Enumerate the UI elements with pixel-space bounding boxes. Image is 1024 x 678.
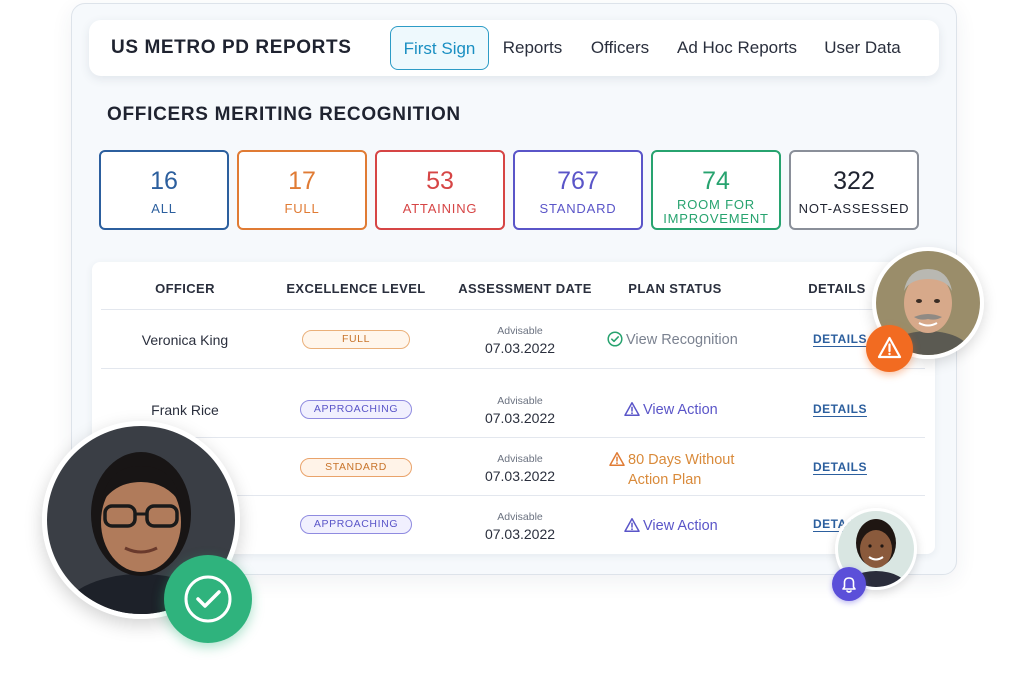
date-value: 07.03.2022	[484, 526, 556, 542]
warning-triangle-icon	[609, 451, 625, 472]
stat-value: 16	[150, 167, 178, 195]
details-link[interactable]: DETAILS	[813, 460, 867, 474]
column-header-assessment-date: ASSESSMENT DATE	[458, 281, 592, 296]
column-header-plan-status: PLAN STATUS	[628, 281, 722, 296]
approved-badge	[164, 555, 252, 643]
stat-attaining[interactable]: 53 ATTAINING	[375, 150, 505, 230]
warning-triangle-icon	[866, 336, 913, 376]
date-note: Advisable	[497, 511, 543, 523]
stat-standard[interactable]: 767 STANDARD	[513, 150, 643, 230]
stat-label: STANDARD	[539, 201, 617, 216]
stat-not-assessed[interactable]: 322 NOT-ASSESSED	[789, 150, 919, 230]
bell-icon	[832, 577, 866, 605]
level-badge: APPROACHING	[300, 400, 412, 419]
stat-full[interactable]: 17 FULL	[237, 150, 367, 230]
date-value: 07.03.2022	[484, 468, 556, 484]
level-badge: FULL	[302, 330, 410, 349]
column-header-details: DETAILS	[808, 281, 866, 296]
stat-value: 74	[702, 167, 730, 195]
date-value: 07.03.2022	[484, 410, 556, 426]
plan-status-text-line1: 80 Days Without	[628, 452, 735, 468]
section-title: OFFICERS MERITING RECOGNITION	[107, 104, 461, 125]
stat-value: 767	[557, 167, 599, 195]
stat-label-line2: IMPROVEMENT	[663, 211, 769, 226]
stat-room-for-improvement[interactable]: 74 ROOM FOR IMPROVEMENT	[651, 150, 781, 230]
stat-value: 53	[426, 167, 454, 195]
plan-status-warning[interactable]: 80 Days Without Action Plan	[609, 451, 734, 489]
stat-label: FULL	[284, 201, 320, 216]
assessment-date: Advisable 07.03.2022	[462, 511, 578, 543]
tab-reports[interactable]: Reports	[499, 26, 566, 70]
check-circle-icon	[607, 331, 623, 352]
stat-label: NOT-ASSESSED	[798, 201, 910, 216]
stat-value: 17	[288, 167, 316, 195]
plan-status-link[interactable]: View Action	[624, 517, 718, 538]
plan-status-text: View Recognition	[626, 332, 738, 348]
officer-name[interactable]: Frank Rice	[105, 402, 265, 418]
plan-status-text-line2: Action Plan	[628, 472, 702, 488]
assessment-date: Advisable 07.03.2022	[462, 325, 578, 357]
date-note: Advisable	[497, 453, 543, 465]
tab-user-data[interactable]: User Data	[820, 26, 905, 70]
row-divider	[101, 368, 925, 369]
warning-badge[interactable]	[866, 325, 913, 372]
warning-triangle-icon	[624, 517, 640, 538]
stat-label: ATTAINING	[402, 201, 478, 216]
stat-value: 322	[833, 167, 875, 195]
stat-label: ALL	[151, 201, 177, 216]
date-note: Advisable	[497, 395, 543, 407]
column-header-excellence-level: EXCELLENCE LEVEL	[286, 281, 426, 296]
date-note: Advisable	[497, 325, 543, 337]
level-badge: APPROACHING	[300, 515, 412, 534]
tab-first-sign[interactable]: First Sign	[390, 26, 489, 70]
stat-all[interactable]: 16 ALL	[99, 150, 229, 230]
details-link[interactable]: DETAILS	[813, 402, 867, 416]
level-badge: STANDARD	[300, 458, 412, 477]
plan-status-link[interactable]: View Recognition	[607, 331, 738, 352]
row-divider	[101, 437, 925, 438]
notification-badge[interactable]	[832, 567, 866, 601]
row-divider	[101, 309, 925, 310]
tab-ad-hoc-reports[interactable]: Ad Hoc Reports	[675, 26, 799, 70]
checkmark-badge-icon	[164, 575, 252, 647]
assessment-date: Advisable 07.03.2022	[462, 453, 578, 485]
assessment-date: Advisable 07.03.2022	[462, 395, 578, 427]
details-link[interactable]: DETAILS	[813, 332, 867, 346]
plan-status-text: View Action	[643, 518, 718, 534]
plan-status-link[interactable]: View Action	[624, 401, 718, 422]
date-value: 07.03.2022	[484, 340, 556, 356]
officer-name[interactable]: Veronica King	[105, 332, 265, 348]
plan-status-text: View Action	[643, 402, 718, 418]
top-navigation-bar: US METRO PD REPORTS First Sign Reports O…	[89, 20, 939, 76]
warning-triangle-icon	[624, 401, 640, 422]
tab-officers[interactable]: Officers	[585, 26, 655, 70]
stat-label-line1: ROOM FOR	[677, 197, 755, 212]
app-title: US METRO PD REPORTS	[111, 37, 352, 58]
column-header-officer: OFFICER	[155, 281, 215, 296]
